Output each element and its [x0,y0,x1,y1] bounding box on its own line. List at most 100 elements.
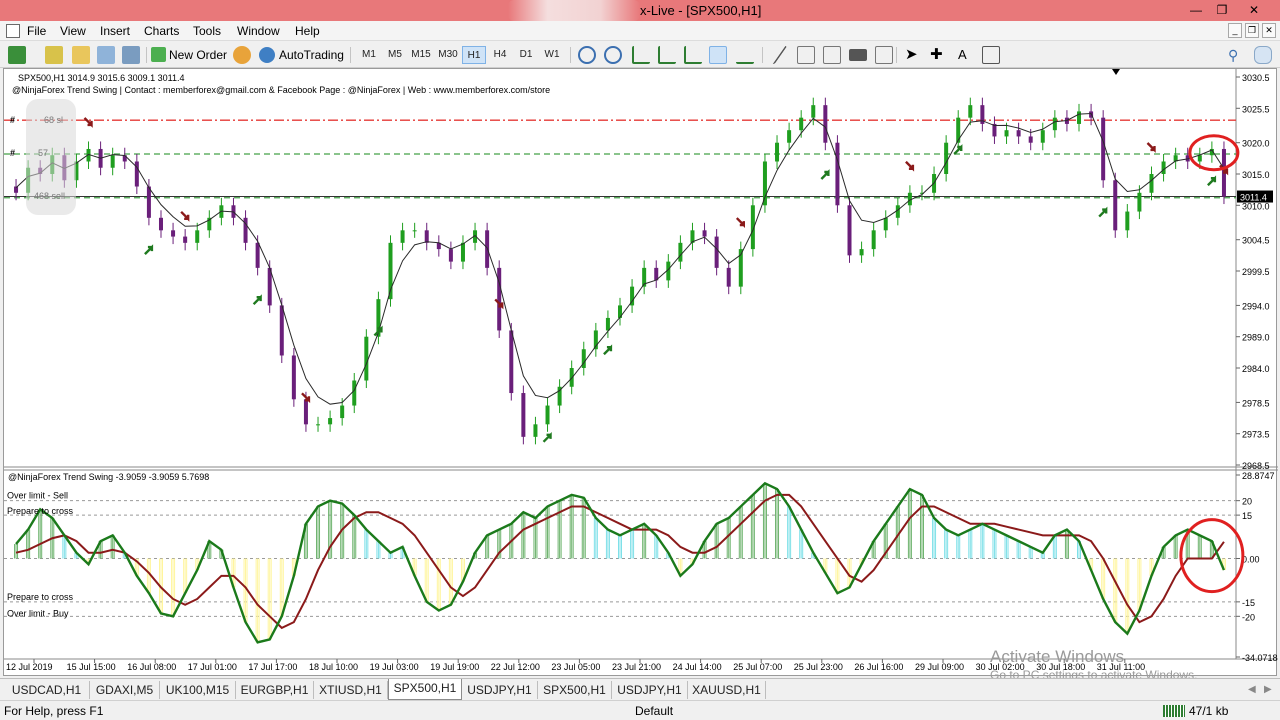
toolbar-separator [896,47,897,63]
oscillator-tick-label: 15 [1242,511,1252,521]
child-restore-icon[interactable]: ❐ [1245,23,1259,38]
auto-scroll-icon[interactable] [709,46,727,64]
text-label-icon[interactable] [982,46,1000,64]
child-close-icon[interactable]: ✕ [1262,23,1276,38]
price-tick-label: 2973.5 [1242,430,1270,440]
candle-body [364,336,369,381]
zoom-in-icon[interactable] [578,46,596,64]
indicators-icon[interactable] [797,46,815,64]
search-icon[interactable]: ⚲ [1228,45,1238,65]
timeframe-w1[interactable]: W1 [540,46,564,64]
menu-help[interactable]: Help [295,24,320,38]
chart-tabs: USDCAD,H1 GDAXI,M5 UK100,M15 EURGBP,H1 X… [0,678,1280,700]
new-chart-icon[interactable] [8,46,26,64]
new-order-icon [151,47,166,62]
candle-body [400,230,405,243]
price-tick-label: 3010.0 [1242,201,1270,211]
time-tick-label: 19 Jul 03:00 [370,662,419,672]
candle-body [702,230,707,237]
candlestick-icon[interactable] [658,46,676,64]
candle-body [1028,136,1033,143]
candle-body [110,155,115,168]
timeframe-h4[interactable]: H4 [488,46,512,64]
tab-usdjpy-h1[interactable]: USDJPY,H1 [462,681,538,699]
crosshair-icon[interactable]: ✚ [930,45,943,65]
price-tick-label: 2999.5 [1242,267,1270,277]
profiles-icon[interactable] [45,46,63,64]
timeframe-m30[interactable]: M30 [436,46,460,64]
timeframe-m1[interactable]: M1 [357,46,381,64]
toolbar-separator [350,47,351,63]
timeframe-m15[interactable]: M15 [409,46,433,64]
tab-scroll-left-icon[interactable]: ◀ [1248,680,1256,700]
tab-xauusd-h1[interactable]: XAUUSD,H1 [688,681,766,699]
terminal-window: x-Live - [SPX500,H1] — ❐ ✕ File View Ins… [0,0,1280,720]
autotrading-button[interactable]: AutoTrading [279,45,344,65]
sell-arrow-icon [180,210,190,222]
tab-usdjpy-h1-second[interactable]: USDJPY,H1 [612,681,688,699]
tab-usdcad-h1[interactable]: USDCAD,H1 [4,681,90,699]
new-order-button[interactable]: New Order [169,45,227,65]
menu-view[interactable]: View [60,24,86,38]
trendline-icon[interactable] [764,46,788,64]
time-tick-label: 17 Jul 17:00 [248,662,297,672]
periods-icon[interactable] [849,49,867,61]
sell-arrow-icon [1146,142,1156,153]
tab-uk100-m15[interactable]: UK100,M15 [160,681,236,699]
candle-body [460,242,465,262]
meta-editor-icon[interactable] [233,46,251,64]
bar-chart-icon[interactable] [632,46,650,64]
chat-icon[interactable] [1254,46,1272,64]
status-help: For Help, press F1 [4,704,104,718]
timeframe-m5[interactable]: M5 [383,46,407,64]
candle-body [195,230,200,243]
status-bar: For Help, press F1 Default 47/1 kb [0,700,1280,720]
line-chart-icon[interactable] [684,46,702,64]
tab-spx500-h1-active[interactable]: SPX500,H1 [388,679,462,700]
cursor-icon[interactable]: ➤ [905,45,918,65]
menu-insert[interactable]: Insert [100,24,130,38]
candle-body [847,205,852,256]
app-icon [6,24,20,38]
tab-xtiusd-h1[interactable]: XTIUSD,H1 [314,681,388,699]
chart-window[interactable]: 3030.5 3025.5 3020.0 3015.0 3010.0 3004.5 2999… [3,68,1278,677]
candle-body [799,117,804,131]
candle-body [328,418,333,425]
chart-shift-icon[interactable] [736,46,754,64]
timeframe-d1[interactable]: D1 [514,46,538,64]
tab-eurgbp-h1[interactable]: EURGBP,H1 [236,681,314,699]
text-tool-icon[interactable]: A [958,45,967,65]
menu-file[interactable]: File [27,24,46,38]
oscillator-tick-label: -34.0718 [1242,653,1278,663]
templates-icon[interactable] [875,46,893,64]
indicator-caption: @NinjaForex Trend Swing | Contact : memb… [12,85,550,95]
close-icon[interactable]: ✕ [1240,1,1268,20]
level-label: # [10,148,15,158]
child-minimize-icon[interactable]: _ [1228,23,1242,38]
price-tick-label: 3004.5 [1242,236,1270,246]
timeframe-h1[interactable]: H1 [462,46,486,64]
time-tick-label: 29 Jul 09:00 [915,662,964,672]
zoom-out-icon[interactable] [604,46,622,64]
chart-canvas[interactable]: 3030.5 3025.5 3020.0 3015.0 3010.0 3004.5 2999… [4,69,1278,677]
minimize-icon[interactable]: — [1182,1,1210,20]
tab-spx500-h1[interactable]: SPX500,H1 [538,681,612,699]
candle-body [871,230,876,250]
buy-arrow-icon [252,294,262,306]
menu-window[interactable]: Window [237,24,280,38]
market-watch-icon[interactable] [72,46,90,64]
time-tick-label: 15 Jul 15:00 [67,662,116,672]
menu-tools[interactable]: Tools [193,24,221,38]
navigator-icon[interactable] [122,46,140,64]
fibonacci-icon[interactable] [823,46,841,64]
data-window-icon[interactable] [97,46,115,64]
status-profile: Default [635,704,674,718]
restore-icon[interactable]: ❐ [1208,1,1236,20]
tab-scroll-right-icon[interactable]: ▶ [1264,680,1272,700]
oscillator-level-label: Prepare to cross [7,592,74,602]
candle-body [303,399,308,425]
price-tick-label: 2984.0 [1242,364,1270,374]
tab-gdaxi-m5[interactable]: GDAXI,M5 [90,681,160,699]
menu-charts[interactable]: Charts [144,24,179,38]
candle-body [787,130,792,143]
